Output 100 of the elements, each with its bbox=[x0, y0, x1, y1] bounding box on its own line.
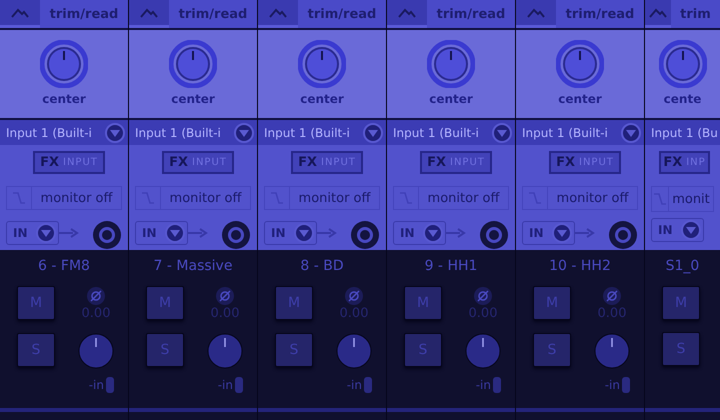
pan-value: center bbox=[42, 92, 86, 106]
meter-icon bbox=[235, 377, 243, 393]
meter-icon bbox=[622, 377, 630, 393]
meter-reading: -in bbox=[88, 378, 104, 392]
arrow-icon bbox=[316, 228, 339, 238]
volume-knob[interactable] bbox=[465, 333, 501, 369]
automation-tab[interactable] bbox=[516, 0, 556, 28]
track-name: 9 - HH1 bbox=[424, 257, 478, 276]
solo-button[interactable]: S bbox=[275, 333, 313, 367]
automation-mode[interactable]: trim/read bbox=[169, 0, 257, 28]
pan-value: center bbox=[300, 92, 344, 106]
automation-tab[interactable] bbox=[129, 0, 169, 28]
solo-button[interactable]: S bbox=[404, 333, 442, 367]
mute-button[interactable]: M bbox=[662, 286, 700, 320]
phase-invert-icon[interactable] bbox=[344, 286, 364, 306]
pan-knob[interactable] bbox=[169, 40, 217, 88]
volume-value: 0.00 bbox=[210, 306, 240, 321]
pan-knob[interactable] bbox=[40, 40, 88, 88]
solo-button[interactable]: S bbox=[146, 333, 184, 367]
input-mode-selector[interactable]: IN bbox=[135, 221, 188, 245]
track-name: 8 - BD bbox=[299, 257, 345, 276]
mute-button[interactable]: M bbox=[17, 286, 55, 320]
monitor-button[interactable]: monit bbox=[651, 186, 714, 212]
record-arm-button[interactable] bbox=[479, 220, 509, 250]
monitor-button[interactable]: monitor off bbox=[6, 186, 122, 210]
input-selector[interactable]: Input 1 (Built-i bbox=[387, 120, 515, 145]
automation-curve-icon bbox=[398, 8, 416, 18]
automation-curve-icon bbox=[11, 8, 29, 18]
pan-knob[interactable] bbox=[427, 40, 475, 88]
pan-knob[interactable] bbox=[298, 40, 346, 88]
input-mode-selector[interactable]: IN bbox=[6, 221, 59, 245]
pan-value: center bbox=[171, 92, 215, 106]
automation-mode[interactable]: trim/read bbox=[40, 0, 128, 28]
solo-button[interactable]: S bbox=[17, 333, 55, 367]
phase-invert-icon[interactable] bbox=[602, 286, 622, 306]
input-selector[interactable]: Input 1 (Bu bbox=[645, 120, 720, 145]
automation-tab[interactable] bbox=[258, 0, 298, 28]
pan-value: center bbox=[429, 92, 473, 106]
input-selector[interactable]: Input 1 (Built-i bbox=[129, 120, 257, 145]
automation-mode[interactable]: trim/read bbox=[298, 0, 386, 28]
input-mode-selector[interactable]: IN bbox=[393, 221, 446, 245]
automation-curve-icon bbox=[649, 8, 667, 18]
track-name: S1_0 bbox=[664, 257, 700, 276]
volume-knob[interactable] bbox=[207, 333, 243, 369]
meter-icon bbox=[364, 377, 372, 393]
track-name: 10 - HH2 bbox=[548, 257, 612, 276]
automation-tab[interactable] bbox=[645, 0, 671, 28]
meter-icon bbox=[493, 377, 501, 393]
input-selector[interactable]: Input 1 (Built-i bbox=[0, 120, 128, 145]
pan-knob[interactable] bbox=[658, 40, 706, 88]
monitor-button[interactable]: monitor off bbox=[393, 186, 509, 210]
meter-reading: -in bbox=[218, 378, 233, 392]
mute-button[interactable]: M bbox=[146, 286, 184, 320]
volume-value: 0.00 bbox=[598, 306, 626, 321]
volume-value: 0.00 bbox=[340, 306, 368, 321]
automation-tab[interactable] bbox=[0, 0, 40, 28]
record-arm-button[interactable] bbox=[608, 220, 638, 250]
pan-value: center bbox=[558, 92, 602, 106]
solo-button[interactable]: S bbox=[533, 333, 571, 367]
arrow-icon bbox=[574, 228, 597, 238]
automation-mode[interactable]: trim/read bbox=[427, 0, 515, 28]
phase-invert-icon[interactable] bbox=[215, 286, 235, 306]
automation-mode[interactable]: trim/read bbox=[556, 0, 644, 28]
monitor-button[interactable]: monitor off bbox=[135, 186, 251, 210]
input-mode-selector[interactable]: IN bbox=[264, 221, 317, 245]
monitor-button[interactable]: monitor off bbox=[264, 186, 380, 210]
input-mode-selector[interactable]: IN bbox=[651, 218, 704, 242]
arrow-icon bbox=[58, 228, 81, 238]
volume-knob[interactable] bbox=[594, 333, 630, 369]
record-arm-button[interactable] bbox=[350, 220, 380, 250]
arrow-icon bbox=[446, 228, 468, 238]
volume-knob[interactable] bbox=[78, 333, 114, 369]
mute-button[interactable]: M bbox=[404, 286, 442, 320]
monitor-button[interactable]: monitor off bbox=[522, 186, 638, 210]
automation-curve-icon bbox=[140, 8, 158, 18]
volume-knob[interactable] bbox=[336, 333, 372, 369]
track-name: 6 - FM8 bbox=[37, 257, 91, 276]
automation-curve-icon bbox=[269, 8, 287, 18]
meter-reading: -in bbox=[346, 378, 362, 392]
record-arm-button[interactable] bbox=[221, 220, 251, 250]
volume-value: 0.00 bbox=[82, 306, 110, 321]
input-selector[interactable]: Input 1 (Built-i bbox=[258, 120, 386, 145]
pan-knob[interactable] bbox=[556, 40, 604, 88]
track-name: 7 - Massive bbox=[152, 257, 234, 276]
meter-icon bbox=[106, 377, 114, 393]
mute-button[interactable]: M bbox=[533, 286, 571, 320]
input-selector[interactable]: Input 1 (Built-i bbox=[516, 120, 644, 145]
automation-tab[interactable] bbox=[387, 0, 427, 28]
volume-value: 0.00 bbox=[468, 306, 498, 321]
record-arm-button[interactable] bbox=[92, 220, 122, 250]
phase-invert-icon[interactable] bbox=[86, 286, 106, 306]
pan-value: cente bbox=[664, 92, 702, 106]
phase-invert-icon[interactable] bbox=[473, 286, 493, 306]
meter-reading: -in bbox=[476, 378, 491, 392]
input-mode-selector[interactable]: IN bbox=[522, 221, 575, 245]
mute-button[interactable]: M bbox=[275, 286, 313, 320]
solo-button[interactable]: S bbox=[662, 332, 700, 366]
automation-mode[interactable]: trim bbox=[671, 0, 720, 28]
arrow-icon bbox=[188, 228, 210, 238]
automation-curve-icon bbox=[527, 8, 545, 18]
